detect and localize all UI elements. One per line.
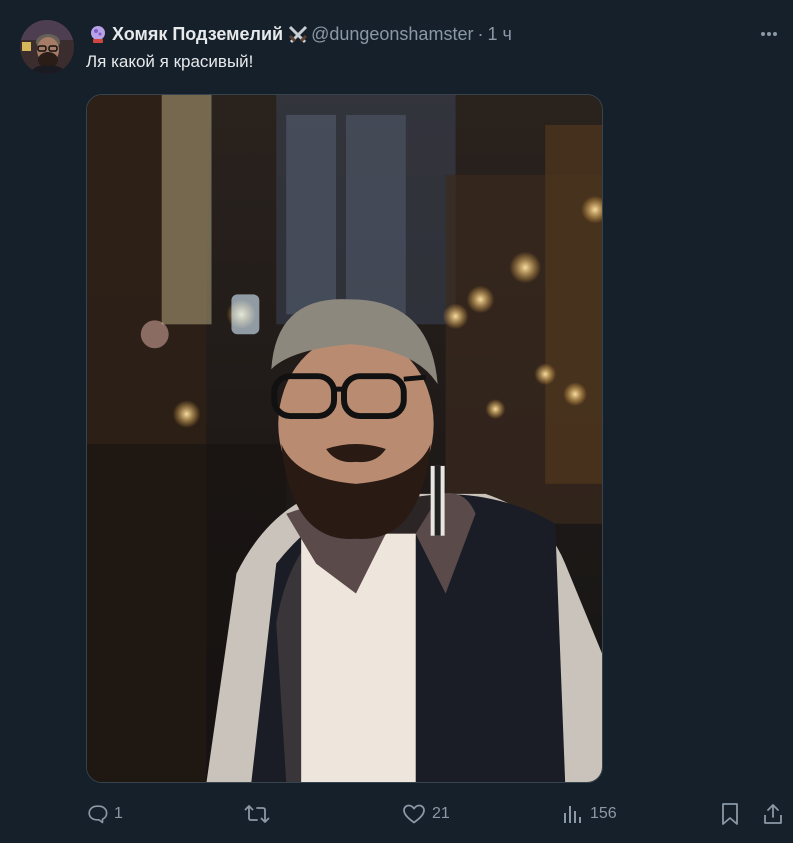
avatar[interactable] [20, 20, 74, 74]
reply-count: 1 [114, 805, 123, 822]
views-button[interactable]: 156 [562, 800, 617, 828]
handle[interactable]: @dungeonshamster [311, 24, 473, 45]
share-button[interactable] [762, 800, 784, 828]
repost-button[interactable] [244, 800, 276, 828]
repost-icon [244, 805, 270, 823]
like-count: 21 [432, 805, 450, 822]
views-count: 156 [590, 805, 617, 822]
reply-icon [88, 805, 108, 824]
like-button[interactable]: 21 [402, 800, 450, 828]
tweet-photo[interactable] [86, 94, 603, 783]
bookmark-icon [722, 803, 738, 825]
crystal-ball-icon [88, 24, 108, 44]
separator: · [477, 23, 484, 44]
tweet[interactable]: Хомяк Подземелий @dungeonshamster · 1 ч … [0, 0, 793, 843]
reply-button[interactable]: 1 [86, 800, 123, 828]
tweet-text: Ля какой я красивый! [86, 52, 254, 71]
crossed-swords-icon [287, 24, 308, 44]
views-icon [564, 806, 581, 823]
heart-icon [403, 804, 425, 824]
share-icon [764, 804, 782, 824]
timestamp[interactable]: 1 ч [487, 24, 511, 45]
bookmark-button[interactable] [720, 800, 740, 828]
tweet-header: Хомяк Подземелий @dungeonshamster · 1 ч [88, 20, 512, 48]
tweet-actions: 1 21 156 [86, 800, 786, 828]
display-name[interactable]: Хомяк Подземелий [112, 24, 283, 45]
more-icon[interactable] [757, 22, 781, 46]
